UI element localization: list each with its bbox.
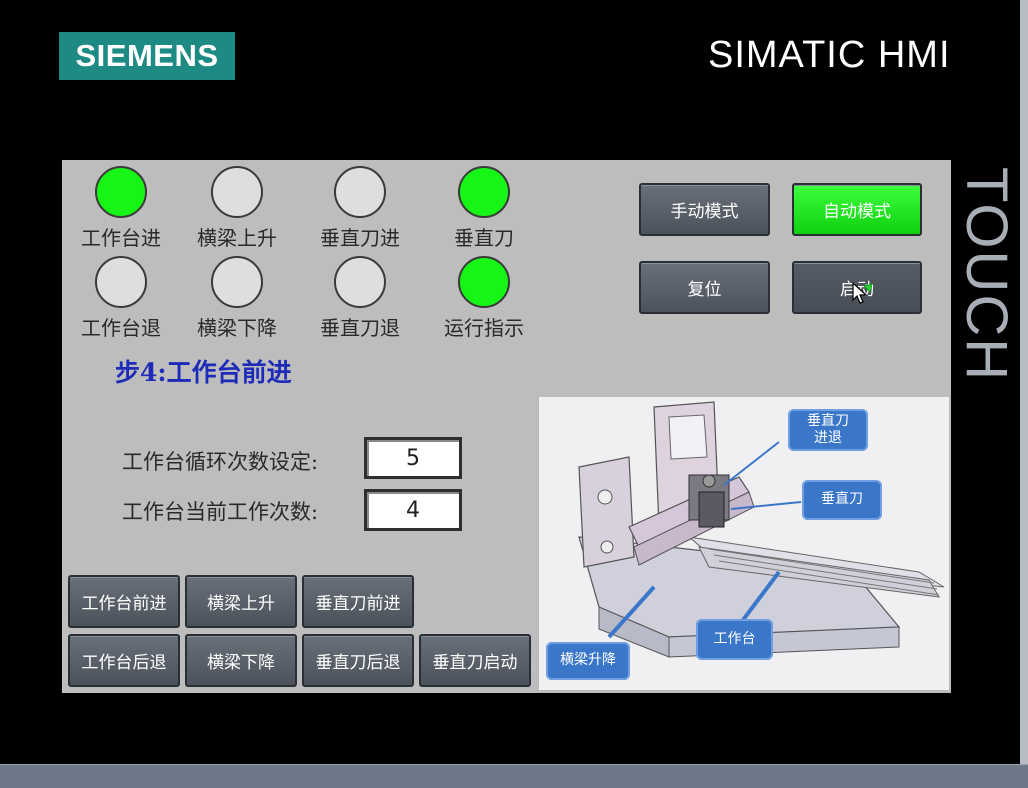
knife-forward-button[interactable]: 垂直刀前进 xyxy=(302,575,414,628)
indicator-lamp-knife-back xyxy=(334,256,386,308)
reset-button[interactable]: 复位 xyxy=(639,261,770,314)
knife-start-button[interactable]: 垂直刀启动 xyxy=(419,634,531,687)
cycle-set-label: 工作台循环次数设定: xyxy=(122,450,319,474)
indicator-label: 垂直刀退 xyxy=(320,316,400,340)
current-count-display: 4 xyxy=(364,489,462,531)
indicator-label: 横梁上升 xyxy=(197,226,277,250)
cycle-set-input[interactable]: 5 xyxy=(364,437,462,479)
gantry-machine-diagram: 垂直刀 进退 垂直刀 横梁升降 工作台 xyxy=(539,397,949,690)
indicator-lamp-beam-down xyxy=(211,256,263,308)
indicator-lamp-running xyxy=(458,256,510,308)
table-forward-button[interactable]: 工作台前进 xyxy=(68,575,180,628)
table-back-button[interactable]: 工作台后退 xyxy=(68,634,180,687)
indicator-lamp-beam-up xyxy=(211,166,263,218)
indicator-label: 工作台退 xyxy=(81,316,161,340)
current-step-text: 步4:工作台前进 xyxy=(115,358,292,387)
callout-table: 工作台 xyxy=(696,619,773,660)
siemens-logo: SIEMENS xyxy=(59,32,235,80)
indicator-lamp-knife-forward xyxy=(334,166,386,218)
current-count-label: 工作台当前工作次数: xyxy=(122,500,319,524)
indicator-lamp-table-back xyxy=(95,256,147,308)
product-title: SIMATIC HMI xyxy=(708,34,951,76)
callout-knife: 垂直刀 xyxy=(802,480,882,520)
indicator-label: 垂直刀进 xyxy=(320,226,400,250)
beam-up-button[interactable]: 横梁上升 xyxy=(185,575,297,628)
mouse-cursor-icon xyxy=(852,282,873,304)
device-frame-bottom xyxy=(0,765,1028,788)
indicator-label: 运行指示 xyxy=(444,316,524,340)
indicator-label: 横梁下降 xyxy=(197,316,277,340)
indicator-lamp-knife xyxy=(458,166,510,218)
touch-side-label: TOUCH xyxy=(954,167,1019,383)
indicator-label: 垂直刀 xyxy=(454,226,514,250)
callout-beam: 横梁升降 xyxy=(546,642,630,680)
indicator-lamp-table-forward xyxy=(95,166,147,218)
callout-knife-feed: 垂直刀 进退 xyxy=(788,409,868,451)
auto-mode-button[interactable]: 自动模式 xyxy=(792,183,922,236)
beam-down-button[interactable]: 横梁下降 xyxy=(185,634,297,687)
manual-mode-button[interactable]: 手动模式 xyxy=(639,183,770,236)
indicator-label: 工作台进 xyxy=(81,226,161,250)
device-frame-edge xyxy=(1020,0,1028,788)
knife-back-button[interactable]: 垂直刀后退 xyxy=(302,634,414,687)
